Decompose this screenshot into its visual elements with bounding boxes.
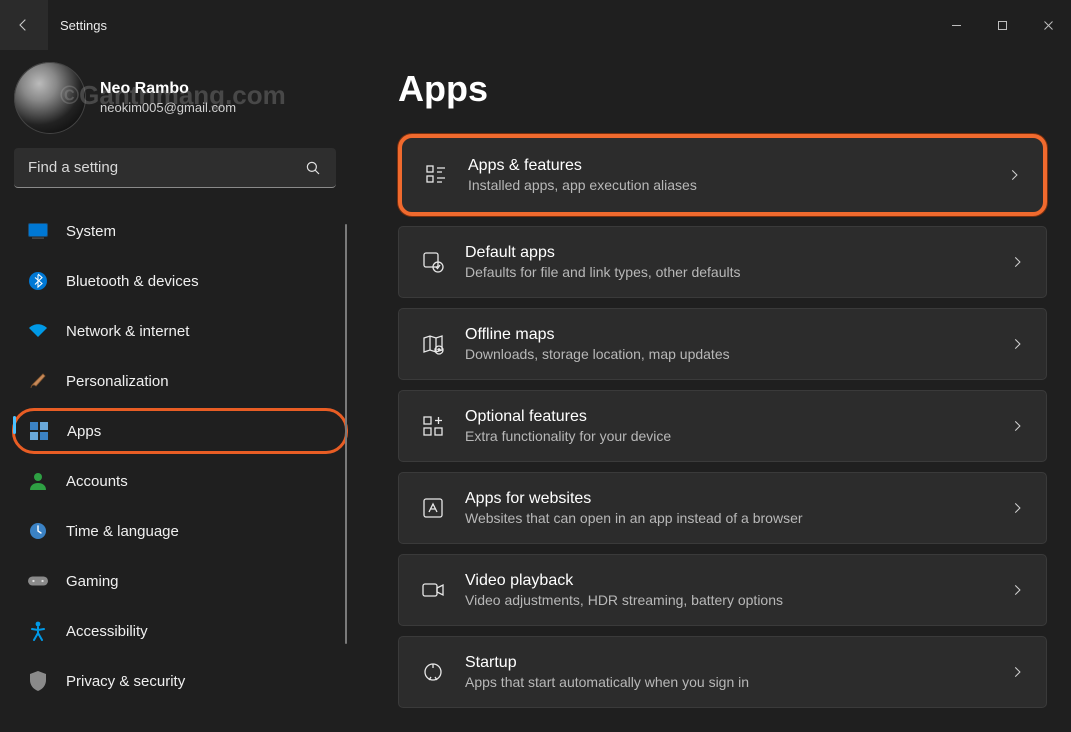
sidebar-item-label: Gaming [66, 573, 119, 590]
apps-features-icon [424, 163, 448, 187]
shield-icon [28, 671, 48, 691]
video-icon [421, 578, 445, 602]
window-controls [933, 9, 1071, 41]
card-subtitle: Apps that start automatically when you s… [465, 673, 990, 692]
person-icon [28, 471, 48, 491]
sidebar-item-label: Apps [67, 423, 101, 440]
card-subtitle: Defaults for file and link types, other … [465, 263, 990, 282]
sidebar-item-label: System [66, 223, 116, 240]
chevron-right-icon [1010, 419, 1024, 433]
card-subtitle: Installed apps, app execution aliases [468, 176, 987, 195]
sidebar-item-bluetooth[interactable]: Bluetooth & devices [14, 256, 346, 306]
active-indicator [13, 416, 16, 434]
accessibility-icon [28, 621, 48, 641]
search-icon [304, 159, 322, 177]
maximize-button[interactable] [979, 9, 1025, 41]
sidebar-item-label: Privacy & security [66, 673, 185, 690]
apps-icon [29, 421, 49, 441]
card-default-apps[interactable]: Default apps Defaults for file and link … [398, 226, 1047, 298]
sidebar-scrollbar[interactable] [345, 224, 347, 644]
sidebar-item-accessibility[interactable]: Accessibility [14, 606, 346, 656]
apps-websites-icon [421, 496, 445, 520]
clock-icon [28, 521, 48, 541]
bluetooth-icon [28, 271, 48, 291]
chevron-right-icon [1010, 501, 1024, 515]
sidebar-item-label: Time & language [66, 523, 179, 540]
card-title: Apps & features [468, 155, 987, 177]
card-subtitle: Websites that can open in an app instead… [465, 509, 990, 528]
system-icon [28, 221, 48, 241]
sidebar-item-label: Bluetooth & devices [66, 273, 199, 290]
card-title: Apps for websites [465, 488, 990, 510]
avatar [14, 62, 86, 134]
sidebar-item-personalization[interactable]: Personalization [14, 356, 346, 406]
card-startup[interactable]: Startup Apps that start automatically wh… [398, 636, 1047, 708]
chevron-right-icon [1010, 255, 1024, 269]
card-apps-features[interactable]: Apps & features Installed apps, app exec… [398, 134, 1047, 216]
wifi-icon [28, 321, 48, 341]
minimize-button[interactable] [933, 9, 979, 41]
card-subtitle: Extra functionality for your device [465, 427, 990, 446]
sidebar-item-network[interactable]: Network & internet [14, 306, 346, 356]
user-name: Neo Rambo [100, 79, 236, 99]
map-icon [421, 332, 445, 356]
sidebar-item-system[interactable]: System [14, 206, 346, 256]
search-input[interactable] [14, 148, 336, 188]
sidebar-item-gaming[interactable]: Gaming [14, 556, 346, 606]
chevron-right-icon [1010, 337, 1024, 351]
card-subtitle: Downloads, storage location, map updates [465, 345, 990, 364]
chevron-right-icon [1010, 583, 1024, 597]
sidebar-item-label: Accounts [66, 473, 128, 490]
window-title: Settings [60, 18, 107, 33]
sidebar-item-accounts[interactable]: Accounts [14, 456, 346, 506]
card-title: Optional features [465, 406, 990, 428]
card-video-playback[interactable]: Video playback Video adjustments, HDR st… [398, 554, 1047, 626]
page-title: Apps [398, 68, 1047, 110]
main-content: Apps Apps & features Installed apps, app… [370, 50, 1071, 732]
sidebar-item-label: Personalization [66, 373, 169, 390]
close-button[interactable] [1025, 9, 1071, 41]
titlebar: Settings [0, 0, 1071, 50]
sidebar-item-label: Network & internet [66, 323, 189, 340]
sidebar: Neo Rambo neokim005@gmail.com ©Gantriman… [0, 50, 370, 732]
chevron-right-icon [1010, 665, 1024, 679]
user-profile[interactable]: Neo Rambo neokim005@gmail.com [14, 62, 358, 134]
brush-icon [28, 371, 48, 391]
startup-icon [421, 660, 445, 684]
back-button[interactable] [0, 0, 48, 50]
card-optional-features[interactable]: Optional features Extra functionality fo… [398, 390, 1047, 462]
gamepad-icon [28, 571, 48, 591]
sidebar-item-time-language[interactable]: Time & language [14, 506, 346, 556]
user-email: neokim005@gmail.com [100, 99, 236, 117]
sidebar-item-privacy[interactable]: Privacy & security [14, 656, 346, 706]
chevron-right-icon [1007, 168, 1021, 182]
card-title: Video playback [465, 570, 990, 592]
card-title: Startup [465, 652, 990, 674]
optional-features-icon [421, 414, 445, 438]
card-title: Offline maps [465, 324, 990, 346]
sidebar-item-label: Accessibility [66, 623, 148, 640]
card-apps-for-websites[interactable]: Apps for websites Websites that can open… [398, 472, 1047, 544]
card-subtitle: Video adjustments, HDR streaming, batter… [465, 591, 990, 610]
sidebar-item-apps[interactable]: Apps [12, 408, 348, 454]
card-offline-maps[interactable]: Offline maps Downloads, storage location… [398, 308, 1047, 380]
card-title: Default apps [465, 242, 990, 264]
default-apps-icon [421, 250, 445, 274]
nav: System Bluetooth & devices Network & int… [14, 206, 346, 706]
